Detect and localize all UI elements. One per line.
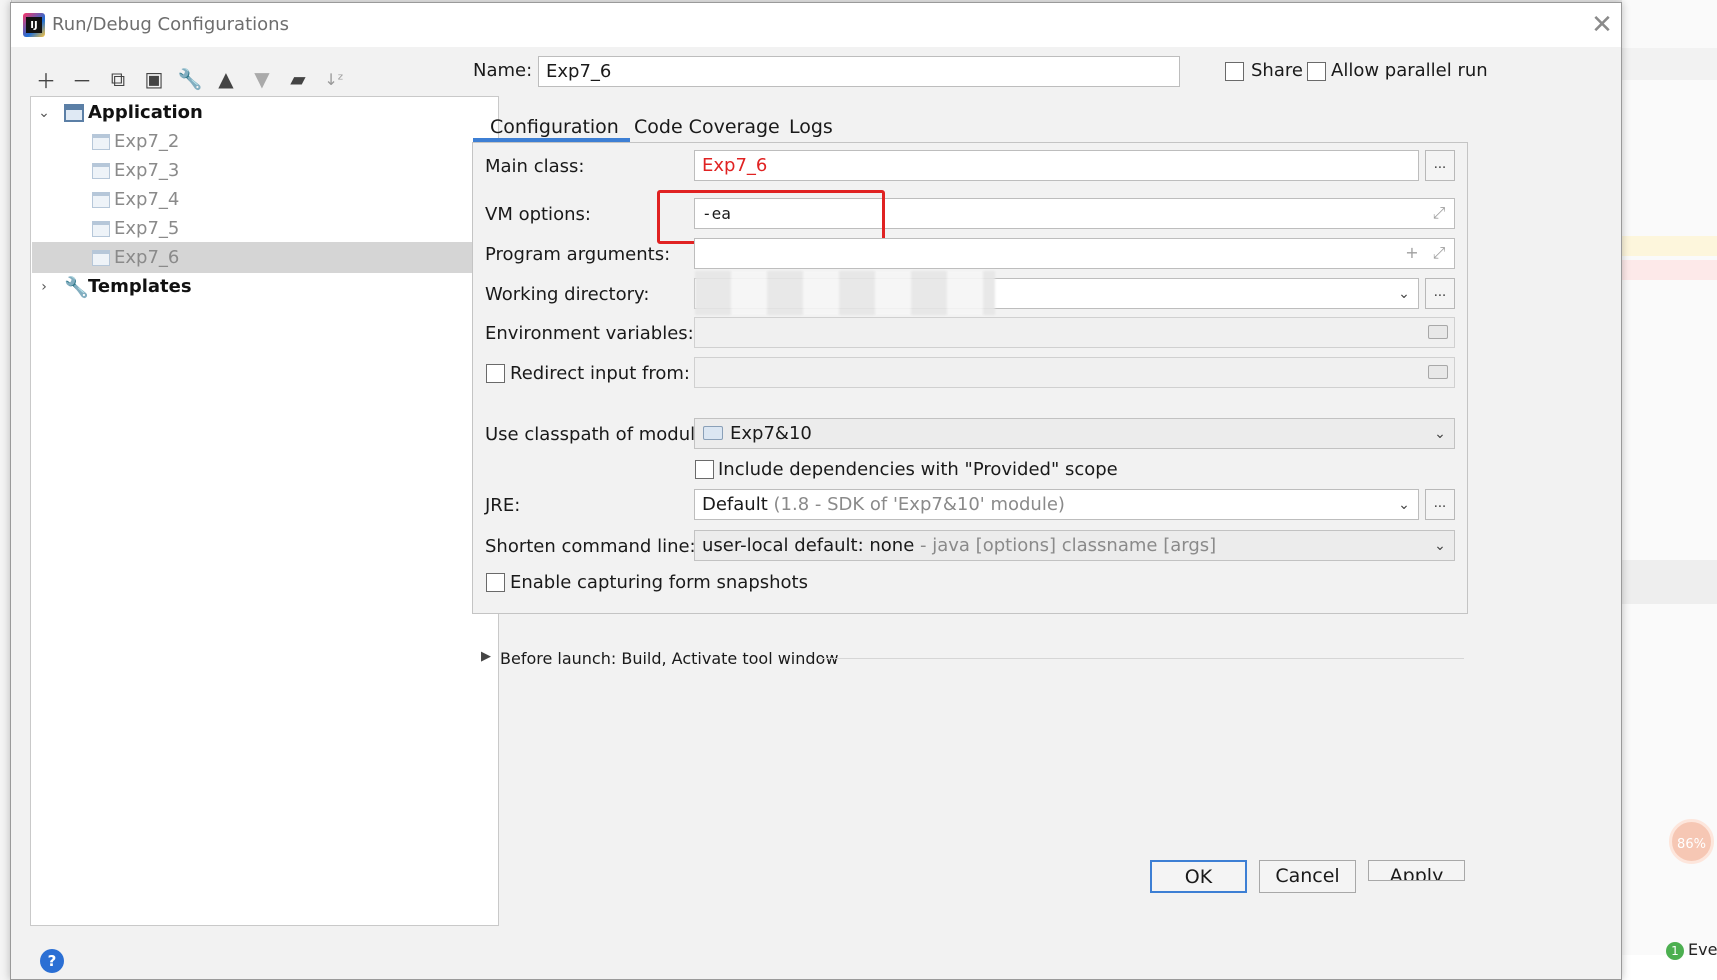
redacted-path	[695, 271, 995, 315]
move-down-icon[interactable]: ▼	[249, 66, 275, 92]
application-icon	[64, 103, 84, 122]
ide-error-line	[1622, 260, 1717, 280]
name-label: Name:	[473, 60, 533, 81]
program-arguments-label: Program arguments:	[485, 244, 671, 265]
percent-badge[interactable]: 86%	[1669, 819, 1714, 864]
config-icon	[92, 133, 110, 150]
environment-variables-label: Environment variables:	[485, 323, 694, 344]
tree-item-label: Exp7_2	[114, 131, 180, 152]
ok-button[interactable]: OK	[1150, 860, 1247, 893]
form-snapshots-checkbox[interactable]	[486, 573, 505, 592]
tree-label-application: Application	[88, 102, 203, 123]
ide-panel-strip	[1622, 560, 1717, 604]
jre-browse-button[interactable]: ...	[1425, 489, 1455, 520]
vm-options-label: VM options:	[485, 204, 591, 225]
jre-label: JRE:	[485, 495, 521, 516]
tree-item-label: Exp7_6	[114, 247, 180, 268]
share-checkbox[interactable]	[1225, 62, 1244, 81]
config-icon	[92, 162, 110, 179]
tree-item[interactable]: Exp7_3	[32, 155, 498, 186]
share-label: Share	[1251, 60, 1303, 81]
shorten-command-line-select[interactable]: user-local default: none - java [options…	[694, 530, 1455, 561]
tree-item-label: Exp7_5	[114, 218, 180, 239]
tree-item-selected[interactable]: Exp7_6	[32, 242, 498, 273]
divider	[819, 658, 1464, 659]
add-macro-icon[interactable]: +	[1402, 243, 1422, 263]
parallel-run-label: Allow parallel run	[1331, 60, 1488, 81]
environment-variables-input[interactable]	[694, 317, 1455, 348]
config-icon	[92, 249, 110, 266]
chevron-down-icon[interactable]: ⌄	[1431, 425, 1449, 443]
redirect-input-label: Redirect input from:	[510, 363, 690, 384]
program-arguments-input[interactable]	[694, 238, 1455, 269]
intellij-logo-icon: IJ	[23, 13, 45, 37]
form-snapshots-label: Enable capturing form snapshots	[510, 572, 808, 593]
main-class-label: Main class:	[485, 156, 585, 177]
close-icon[interactable]: ✕	[1588, 11, 1616, 39]
config-icon	[92, 191, 110, 208]
tree-node-templates[interactable]: › 🔧 Templates	[32, 271, 498, 302]
folder-icon[interactable]	[1428, 365, 1448, 379]
module-icon	[703, 426, 723, 440]
tree-item-label: Exp7_3	[114, 160, 180, 181]
include-dependencies-checkbox[interactable]	[695, 460, 714, 479]
chevron-down-icon[interactable]: ⌄	[1431, 537, 1449, 555]
event-count-badge[interactable]: 1	[1666, 942, 1684, 960]
expand-icon[interactable]: ⤢	[1429, 243, 1449, 263]
chevron-right-icon[interactable]: ▶	[481, 649, 491, 664]
tree-label-templates: Templates	[88, 276, 192, 297]
jre-value: Default	[702, 494, 768, 515]
config-icon	[92, 220, 110, 237]
main-class-input[interactable]: Exp7_6	[694, 150, 1419, 181]
tree-item-label: Exp7_4	[114, 189, 180, 210]
copy-icon[interactable]: ⧉	[105, 66, 131, 92]
parallel-run-checkbox[interactable]	[1307, 62, 1326, 81]
chevron-down-icon[interactable]: ⌄	[1395, 496, 1413, 514]
wrench-icon[interactable]: 🔧	[177, 66, 203, 92]
folder-icon[interactable]	[1428, 325, 1448, 339]
working-directory-browse-button[interactable]: ...	[1425, 278, 1455, 309]
new-folder-icon[interactable]: ▰	[285, 66, 311, 92]
remove-icon[interactable]: －	[69, 66, 95, 93]
save-icon[interactable]: ▣	[141, 66, 167, 92]
redirect-input-field[interactable]	[694, 357, 1455, 388]
include-dependencies-label: Include dependencies with "Provided" sco…	[718, 459, 1118, 480]
redirect-input-checkbox[interactable]	[486, 364, 505, 383]
jre-detail: (1.8 - SDK of 'Exp7&10' module)	[773, 494, 1065, 515]
highlight-annotation-box	[657, 190, 885, 244]
configuration-tree: ⌄ Application Exp7_2 Exp7_3 Exp7_4 Exp7_…	[30, 96, 499, 926]
ide-highlight-line	[1622, 236, 1717, 256]
tree-item[interactable]: Exp7_4	[32, 184, 498, 215]
tree-item[interactable]: Exp7_2	[32, 126, 498, 157]
jre-select[interactable]: Default (1.8 - SDK of 'Exp7&10' module)	[694, 489, 1419, 520]
event-log-label[interactable]: Eve	[1688, 940, 1717, 959]
title-bar: IJ Run/Debug Configurations ✕	[11, 3, 1621, 47]
window-title: Run/Debug Configurations	[52, 14, 289, 35]
ide-toolbar-strip	[1622, 48, 1717, 80]
main-class-browse-button[interactable]: ...	[1425, 150, 1455, 181]
classpath-module-label: Use classpath of module:	[485, 424, 713, 445]
shorten-command-line-label: Shorten command line:	[485, 536, 696, 557]
run-debug-dialog: IJ Run/Debug Configurations ✕ ＋ － ⧉ ▣ 🔧 …	[10, 2, 1622, 980]
move-up-icon[interactable]: ▲	[213, 66, 239, 92]
shorten-value: user-local default: none	[702, 535, 915, 556]
add-icon[interactable]: ＋	[33, 66, 59, 93]
chevron-down-icon[interactable]: ⌄	[36, 105, 52, 121]
tree-node-application[interactable]: ⌄ Application	[32, 97, 498, 128]
shorten-detail: - java [options] classname [args]	[920, 535, 1217, 556]
working-directory-label: Working directory:	[485, 284, 650, 305]
wrench-icon: 🔧	[64, 274, 89, 299]
tree-item[interactable]: Exp7_5	[32, 213, 498, 244]
expand-icon[interactable]: ⤢	[1429, 203, 1449, 223]
sort-icon[interactable]: ↓ᶻ	[321, 66, 347, 92]
help-icon[interactable]: ?	[40, 949, 64, 973]
apply-button[interactable]: Apply	[1368, 860, 1465, 881]
cancel-button[interactable]: Cancel	[1259, 860, 1356, 893]
chevron-down-icon[interactable]: ⌄	[1395, 285, 1413, 303]
name-input[interactable]: Exp7_6	[538, 56, 1180, 87]
classpath-module-select[interactable]: Exp7&10	[694, 418, 1455, 449]
before-launch-label[interactable]: Before launch: Build, Activate tool wind…	[500, 649, 838, 668]
chevron-right-icon[interactable]: ›	[36, 279, 52, 295]
